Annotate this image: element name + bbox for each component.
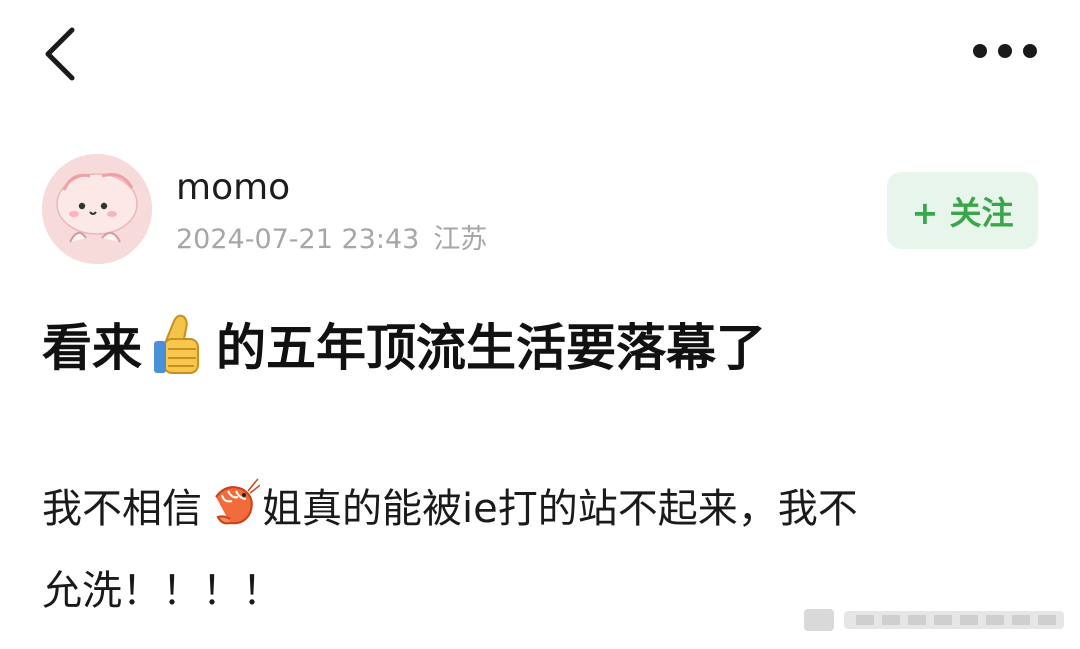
cartoon-avatar-icon: [42, 154, 152, 264]
body-text-2: 姐真的能被ie打的站不起来，我不: [262, 486, 858, 532]
avatar[interactable]: [42, 154, 152, 264]
post-meta: 2024-07-21 23:43 江苏: [176, 222, 487, 258]
post-page: momo 2024-07-21 23:43 江苏 + 关注 看来 的五年顶流生活要…: [0, 0, 1080, 649]
post-body: 我不相信 姐真的能被ie打的站不起来，我不 允洗！！！！: [42, 470, 1022, 622]
more-dots-icon: [973, 44, 1037, 58]
shrimp-icon: [215, 478, 260, 525]
watermark-icon: [804, 609, 1064, 631]
follow-button[interactable]: + 关注: [887, 172, 1038, 249]
post-date: 2024-07-21 23:43: [176, 224, 420, 255]
body-text-3: 允洗！！！！: [42, 568, 282, 614]
more-button[interactable]: [970, 38, 1040, 64]
chevron-left-icon: [45, 27, 75, 81]
thumbs-up-icon: [154, 314, 199, 374]
back-button[interactable]: [36, 24, 86, 84]
body-text-1: 我不相信: [42, 486, 202, 532]
title-text-1: 看来: [42, 319, 142, 377]
title-text-2: 的五年顶流生活要落幕了: [216, 319, 766, 377]
post-location: 江苏: [433, 224, 488, 255]
author-name[interactable]: momo: [176, 166, 290, 210]
post-title: 看来 的五年顶流生活要落幕了: [42, 306, 1052, 382]
body-line: 我不相信 姐真的能被ie打的站不起来，我不: [42, 470, 1022, 540]
